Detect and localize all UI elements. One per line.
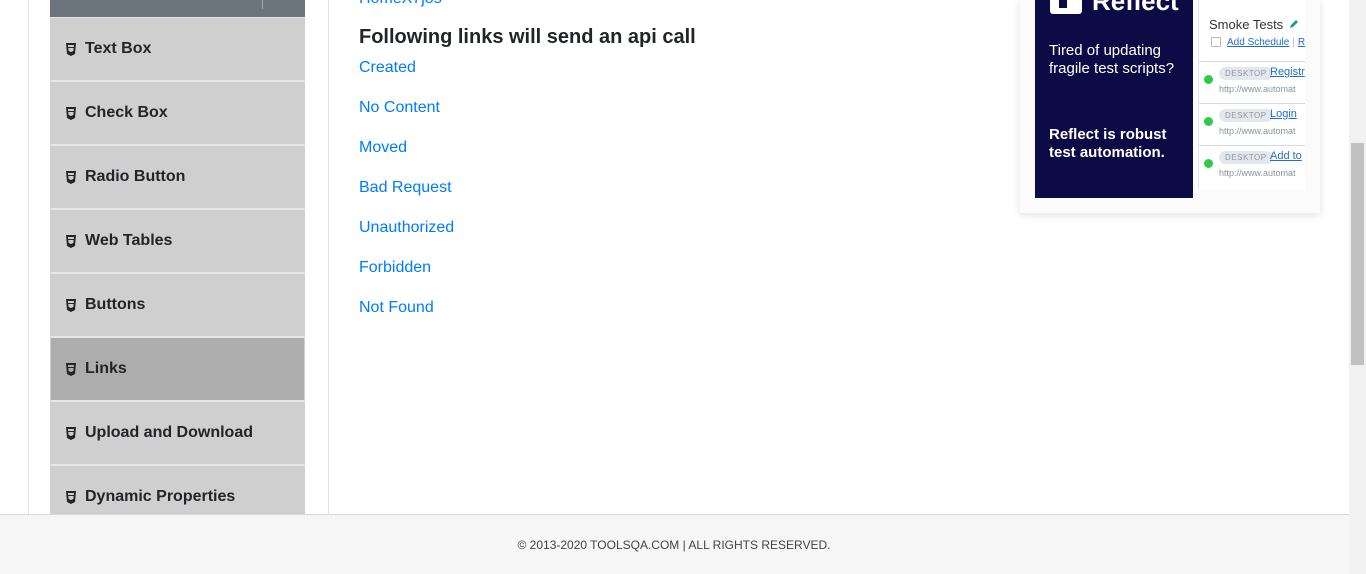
link-unauthorized[interactable]: Unauthorized — [359, 218, 454, 258]
vertical-scrollbar[interactable] — [1349, 0, 1366, 574]
link-created[interactable]: Created — [359, 58, 454, 98]
sidebar-menu: Text Box Check Box Radio Button Web Tables B… — [50, 0, 305, 529]
status-dot-icon — [1204, 159, 1213, 168]
html5-icon — [66, 234, 76, 248]
footer: © 2013-2020 TOOLSQA.COM | ALL RIGHTS RES… — [0, 514, 1366, 574]
platform-badge: DESKTOP — [1219, 67, 1273, 80]
separator: | — [1292, 37, 1295, 48]
advertisement[interactable]: Reflect Tired of updating fragile test s… — [1020, 0, 1320, 213]
platform-badge: DESKTOP — [1219, 151, 1273, 164]
sidebar-item-radio-button[interactable]: Radio Button — [50, 145, 305, 209]
link-no-content[interactable]: No Content — [359, 98, 454, 138]
test-link[interactable]: Login — [1270, 108, 1297, 120]
ad-dark-panel: Reflect Tired of updating fragile test s… — [1035, 0, 1193, 198]
scrollbar-thumb[interactable] — [1351, 143, 1364, 365]
add-schedule-link[interactable]: Add Schedule — [1227, 37, 1289, 48]
sidebar-item-label: Links — [85, 360, 127, 377]
test-link[interactable]: Add to — [1270, 150, 1302, 162]
html5-icon — [66, 298, 76, 312]
link-bad-request[interactable]: Bad Request — [359, 178, 454, 218]
html5-icon — [66, 362, 76, 376]
sidebar-item-text-box[interactable]: Text Box — [50, 17, 305, 81]
ad-tagline: Tired of updating fragile test scripts? — [1049, 42, 1175, 77]
test-url: http://www.automat — [1219, 168, 1296, 178]
ad-brand: Reflect — [1092, 0, 1179, 16]
sidebar-item-check-box[interactable]: Check Box — [50, 81, 305, 145]
sidebar-item-label: Upload and Download — [85, 424, 253, 441]
ad-preview-panel: Smoke Tests Add Schedule|Ru DESKTOP Regi… — [1198, 0, 1305, 190]
link-moved[interactable]: Moved — [359, 138, 454, 178]
test-link[interactable]: Registr — [1270, 66, 1305, 78]
reflect-logo-icon — [1050, 0, 1082, 14]
html5-icon — [66, 426, 76, 440]
html5-icon — [66, 42, 76, 56]
test-url: http://www.automat — [1219, 126, 1296, 136]
test-url: http://www.automat — [1219, 84, 1296, 94]
copyright-text: © 2013-2020 TOOLSQA.COM | ALL RIGHTS RES… — [517, 537, 831, 552]
sidebar-item-buttons[interactable]: Buttons — [50, 273, 305, 337]
run-link[interactable]: Ru — [1298, 37, 1305, 48]
sidebar-item-web-tables[interactable]: Web Tables — [50, 209, 305, 273]
sidebar-item-links[interactable]: Links — [50, 337, 305, 401]
html5-icon — [66, 170, 76, 184]
pencil-icon — [1290, 20, 1298, 28]
link-forbidden[interactable]: Forbidden — [359, 258, 454, 298]
sidebar-item-label: Buttons — [85, 296, 146, 313]
sidebar-item-label: Radio Button — [85, 168, 186, 185]
calendar-icon — [1211, 37, 1221, 48]
sidebar-item-label: Check Box — [85, 104, 168, 121]
platform-badge: DESKTOP — [1219, 109, 1273, 122]
breadcrumb[interactable]: HomeX7j8s — [359, 0, 442, 8]
sidebar-item-label: Web Tables — [85, 232, 173, 249]
page-heading: Following links will send an api call — [359, 26, 696, 48]
sidebar-item-label: Text Box — [85, 40, 152, 57]
ad-pitch: Reflect is robust test automation. — [1049, 126, 1167, 161]
status-dot-icon — [1204, 117, 1213, 126]
ad-test-row: DESKTOP Registr http://www.automat — [1199, 61, 1305, 103]
sidebar-item-upload-and-download[interactable]: Upload and Download — [50, 401, 305, 465]
ad-test-row: DESKTOP Add to http://www.automat — [1199, 145, 1305, 187]
sidebar-group-header[interactable] — [50, 0, 305, 17]
status-dot-icon — [1204, 75, 1213, 84]
header-divider — [262, 0, 263, 9]
ad-schedule-row: Add Schedule|Ru — [1211, 37, 1305, 48]
sidebar-item-label: Dynamic Properties — [85, 488, 236, 505]
ad-test-row: DESKTOP Login http://www.automat — [1199, 103, 1305, 145]
api-links-list: Created No Content Moved Bad Request Una… — [359, 58, 454, 338]
html5-icon — [66, 106, 76, 120]
link-not-found[interactable]: Not Found — [359, 298, 454, 338]
ad-panel-title: Smoke Tests — [1209, 17, 1284, 32]
html5-icon — [66, 490, 76, 504]
